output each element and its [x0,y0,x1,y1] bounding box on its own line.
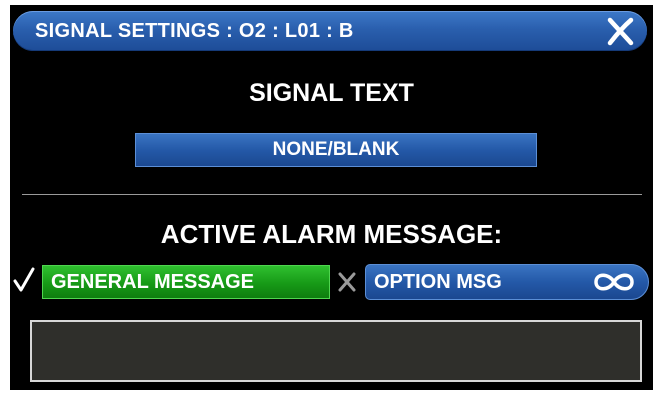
x-mark-icon [338,272,356,292]
title-bar: SIGNAL SETTINGS : O2 : L01 : B [13,11,647,51]
close-button[interactable] [603,15,637,47]
general-message-button[interactable]: GENERAL MESSAGE [42,265,330,299]
alarm-message-display[interactable] [30,320,642,382]
section-divider [22,194,642,195]
dialog-title: SIGNAL SETTINGS : O2 : L01 : B [35,20,354,42]
checkmark-icon [13,267,35,292]
infinity-icon [594,273,634,291]
option-msg-label: OPTION MSG [374,271,502,293]
active-alarm-message-heading: ACTIVE ALARM MESSAGE: [160,219,503,249]
close-x-icon [607,17,634,46]
option-msg-button[interactable]: OPTION MSG [365,264,649,300]
signal-settings-dialog: SIGNAL SETTINGS : O2 : L01 : B SIGNAL TE… [10,5,653,390]
signal-text-select-button[interactable]: NONE/BLANK [135,133,537,167]
signal-text-heading: SIGNAL TEXT [249,79,414,107]
